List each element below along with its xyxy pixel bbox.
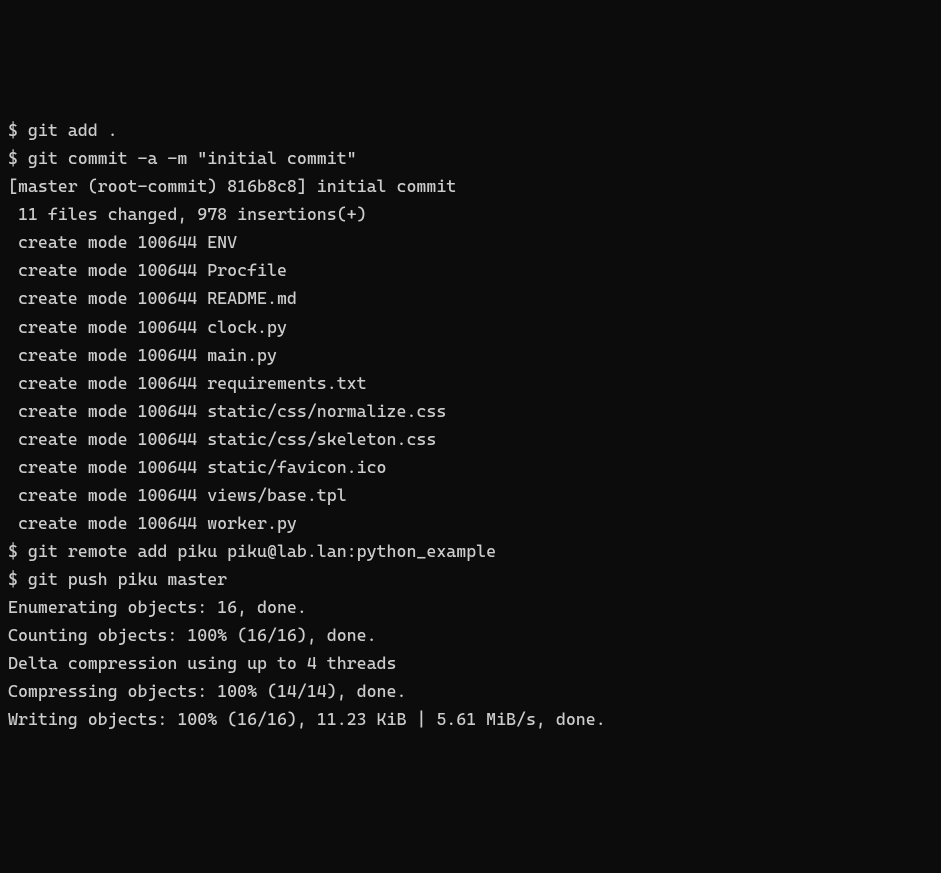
- terminal-line: 11 files changed, 978 insertions(+): [8, 200, 933, 228]
- terminal-line: create mode 100644 worker.py: [8, 509, 933, 537]
- terminal-line: create mode 100644 static/css/normalize.…: [8, 397, 933, 425]
- terminal-line: $ git remote add piku piku@lab.lan:pytho…: [8, 537, 933, 565]
- terminal-line: $ git add .: [8, 116, 933, 144]
- terminal-output: $ git add .$ git commit -a -m "initial c…: [8, 116, 933, 733]
- terminal-line: Delta compression using up to 4 threads: [8, 649, 933, 677]
- terminal-line: create mode 100644 Procfile: [8, 256, 933, 284]
- terminal-line: $ git commit -a -m "initial commit": [8, 144, 933, 172]
- terminal-line: create mode 100644 views/base.tpl: [8, 481, 933, 509]
- terminal-line: create mode 100644 clock.py: [8, 313, 933, 341]
- terminal-line: [master (root-commit) 816b8c8] initial c…: [8, 172, 933, 200]
- terminal-line: Writing objects: 100% (16/16), 11.23 KiB…: [8, 705, 933, 733]
- terminal-line: create mode 100644 README.md: [8, 284, 933, 312]
- terminal-line: create mode 100644 main.py: [8, 341, 933, 369]
- terminal-line: create mode 100644 static/favicon.ico: [8, 453, 933, 481]
- terminal-line: $ git push piku master: [8, 565, 933, 593]
- terminal-line: Counting objects: 100% (16/16), done.: [8, 621, 933, 649]
- terminal-line: Enumerating objects: 16, done.: [8, 593, 933, 621]
- terminal-line: create mode 100644 static/css/skeleton.c…: [8, 425, 933, 453]
- terminal-line: create mode 100644 ENV: [8, 228, 933, 256]
- terminal-line: Compressing objects: 100% (14/14), done.: [8, 677, 933, 705]
- terminal-line: create mode 100644 requirements.txt: [8, 369, 933, 397]
